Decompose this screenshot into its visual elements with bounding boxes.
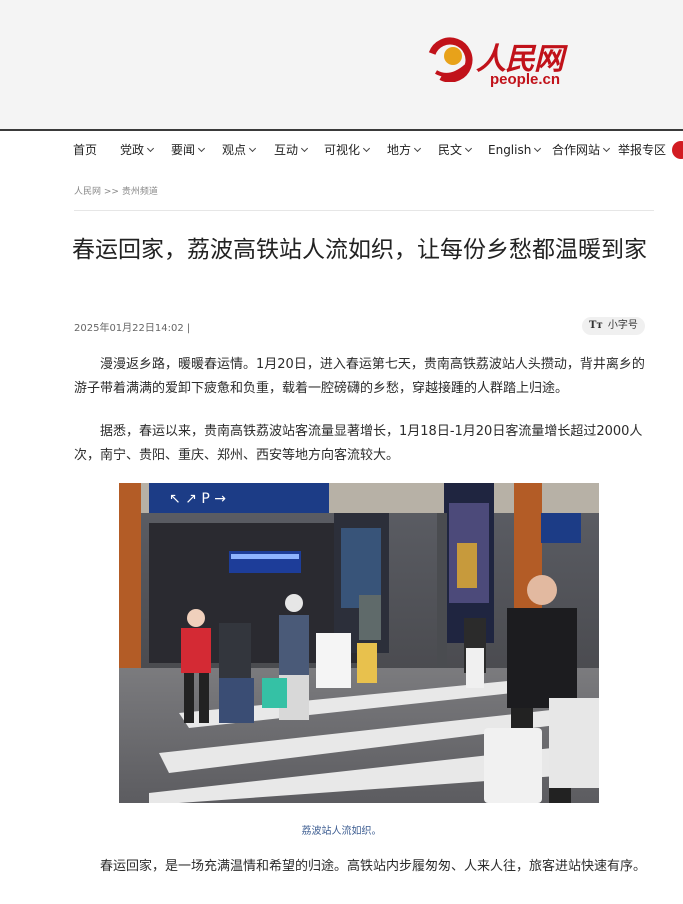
logo-emblem-icon — [428, 37, 473, 82]
report-badge-icon[interactable] — [672, 141, 683, 159]
nav-item-dangzheng[interactable]: 党政 — [120, 143, 155, 157]
font-size-toggle-button[interactable]: Tт 小字号 — [582, 317, 645, 335]
chevron-down-icon — [413, 144, 422, 153]
nav-item-label: 互动 — [274, 143, 299, 157]
article-paragraph: 漫漫返乡路，暖暖春运情。1月20日，进入春运第七天，贵南高铁荔波站人头攒动，背井… — [74, 357, 645, 396]
nav-item-label: 可视化 — [324, 143, 361, 157]
breadcrumb-section-link[interactable]: 贵州频道 — [122, 187, 158, 197]
nav-item-report[interactable]: 举报专区 — [618, 143, 666, 157]
main-nav: 首页 党政 要闻 观点 互动 可视化 地方 民文 English 合作网站 举报… — [0, 131, 683, 168]
nav-item-keshihua[interactable]: 可视化 — [324, 143, 371, 157]
breadcrumb-divider — [74, 210, 654, 211]
article-date-separator: | — [186, 323, 191, 334]
nav-item-label: 首页 — [73, 143, 98, 157]
breadcrumb-home-link[interactable]: 人民网 — [74, 187, 101, 197]
nav-item-minwen[interactable]: 民文 — [438, 143, 473, 157]
article-paragraph: 春运回家，是一场充满温情和希望的归途。高铁站内步履匆匆、人来人往，旅客进站快速有… — [100, 859, 647, 874]
article-date-text: 2025年01月22日14:02 — [74, 323, 184, 334]
nav-item-label: 合作网站 — [552, 143, 601, 157]
chevron-down-icon — [362, 144, 371, 153]
nav-item-english[interactable]: English — [488, 143, 542, 157]
font-size-icon: Tт — [589, 320, 603, 331]
nav-item-label: 观点 — [222, 143, 247, 157]
breadcrumb: 人民网 >> 贵州频道 — [74, 184, 158, 197]
article-date: 2025年01月22日14:02 | — [74, 319, 190, 334]
train-station-crowd-photo: ↖ ↗ P → — [119, 483, 599, 803]
nav-item-home[interactable]: 首页 — [73, 143, 97, 157]
article-paragraph: 据悉，春运以来，贵南高铁荔波站客流量显著增长，1月18日-1月20日客流量增长超… — [74, 424, 643, 463]
nav-item-label: 地方 — [387, 143, 412, 157]
nav-item-label: English — [488, 143, 532, 157]
breadcrumb-separator: >> — [103, 187, 119, 197]
site-logo[interactable]: 人民网 people.cn — [428, 34, 578, 90]
nav-item-yaowen[interactable]: 要闻 — [171, 143, 206, 157]
chevron-down-icon — [197, 144, 206, 153]
chevron-down-icon — [248, 144, 257, 153]
nav-item-label: 要闻 — [171, 143, 196, 157]
site-header: 人民网 people.cn — [0, 0, 683, 130]
nav-item-guandian[interactable]: 观点 — [222, 143, 257, 157]
font-size-toggle-label: 小字号 — [607, 320, 638, 331]
photo-caption: 荔波站人流如织。 — [301, 826, 382, 837]
logo-text-en: people.cn — [490, 71, 561, 88]
nav-item-difang[interactable]: 地方 — [387, 143, 422, 157]
chevron-down-icon — [464, 144, 473, 153]
chevron-down-icon — [146, 144, 155, 153]
nav-item-hudong[interactable]: 互动 — [274, 143, 309, 157]
nav-item-label: 举报专区 — [618, 143, 667, 157]
nav-item-label: 党政 — [120, 143, 145, 157]
nav-item-partners[interactable]: 合作网站 — [552, 143, 611, 157]
chevron-down-icon — [300, 144, 309, 153]
svg-text:↖ ↗ P →: ↖ ↗ P → — [169, 491, 226, 507]
article-title: 春运回家，荔波高铁站人流如织，让每份乡愁都温暖到家 — [72, 237, 647, 263]
article-photo: ↖ ↗ P → — [119, 483, 599, 803]
nav-item-label: 民文 — [438, 143, 463, 157]
chevron-down-icon — [534, 144, 542, 153]
chevron-down-icon — [602, 144, 611, 153]
